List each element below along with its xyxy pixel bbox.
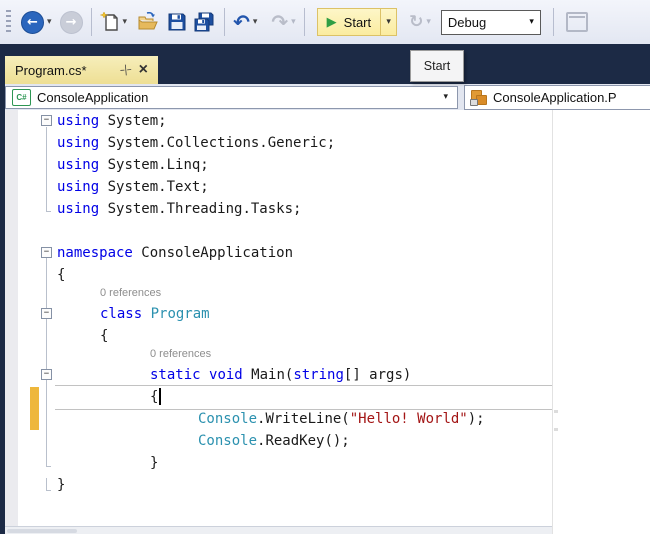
redo-dropdown[interactable]: ▾ <box>291 17 296 27</box>
fold-toggle-icon[interactable]: − <box>41 115 52 126</box>
editor-right-gutter <box>552 110 650 534</box>
save-all-button[interactable] <box>193 12 216 33</box>
start-tooltip: Start <box>410 50 464 82</box>
open-folder-icon <box>137 12 159 32</box>
close-icon[interactable]: × <box>139 62 148 78</box>
code-line[interactable]: −using System; <box>57 110 552 132</box>
csharp-project-icon: C# <box>12 89 31 106</box>
new-file-icon <box>100 11 120 33</box>
redo-button[interactable]: ↷ <box>271 12 288 32</box>
fold-guide-end <box>46 211 51 212</box>
code-line[interactable]: Console.ReadKey(); <box>57 430 552 452</box>
project-dropdown[interactable]: C# ConsoleApplication ▾ <box>5 86 458 109</box>
code-line[interactable]: { <box>57 386 552 408</box>
forward-arrow-icon: → <box>60 11 83 34</box>
back-dropdown[interactable]: ▾ <box>47 17 52 27</box>
code-line[interactable]: { <box>57 264 552 286</box>
toolbar-separator <box>304 8 305 36</box>
type-dropdown-value: ConsoleApplication.P <box>493 90 645 105</box>
save-icon <box>167 12 187 32</box>
fold-toggle-icon[interactable]: − <box>41 308 52 319</box>
toolbar-separator <box>553 8 554 36</box>
start-button-label: Start <box>344 15 371 30</box>
type-dropdown[interactable]: ConsoleApplication.P <box>464 85 650 110</box>
chevron-down-icon[interactable]: ▾ <box>440 92 451 102</box>
code-line[interactable]: using System.Collections.Generic; <box>57 132 552 154</box>
code-lines: −using System;using System.Collections.G… <box>57 110 552 496</box>
code-editor[interactable]: −using System;using System.Collections.G… <box>5 110 552 526</box>
navigate-back-button[interactable]: ← <box>21 11 44 34</box>
code-line[interactable]: Console.WriteLine("Hello! World"); <box>57 408 552 430</box>
indicator-margin[interactable] <box>5 110 18 526</box>
text-caret <box>159 388 161 405</box>
scrollbar-thumb[interactable] <box>7 529 77 533</box>
codelens-link[interactable]: 0 references <box>57 347 552 364</box>
scroll-mark <box>554 410 558 413</box>
tab-title: Program.cs* <box>15 63 121 78</box>
standard-toolbar: ← ▾ → ▾ <box>0 0 650 44</box>
window-icon <box>566 12 588 32</box>
navigation-bar: C# ConsoleApplication ▾ ConsoleApplicati… <box>5 84 650 110</box>
visual-studio-window: ← ▾ → ▾ <box>0 0 650 534</box>
code-line[interactable]: −static void Main(string[] args) <box>57 364 552 386</box>
code-line[interactable]: −namespace ConsoleApplication <box>57 242 552 264</box>
change-indicator <box>30 387 39 430</box>
chevron-down-icon: ▾ <box>529 17 534 27</box>
run-play-icon: ▶ <box>327 15 337 30</box>
tab-program-cs[interactable]: Program.cs* ⛌ × <box>5 56 158 84</box>
fold-toggle-icon[interactable]: − <box>41 247 52 258</box>
fold-guide-end <box>46 490 51 491</box>
undo-button[interactable]: ↶ <box>233 12 250 32</box>
code-line[interactable]: using System.Text; <box>57 176 552 198</box>
fold-guide <box>46 127 47 211</box>
undo-dropdown[interactable]: ▾ <box>253 17 258 27</box>
code-line[interactable]: { <box>57 325 552 347</box>
refresh-dropdown[interactable]: ▾ <box>426 17 431 27</box>
code-line[interactable]: using System.Threading.Tasks; <box>57 198 552 220</box>
class-icon <box>470 89 487 105</box>
configuration-label: Debug <box>448 15 486 30</box>
code-line[interactable] <box>57 220 552 242</box>
code-line[interactable]: } <box>57 474 552 496</box>
solution-configuration-dropdown[interactable]: Debug ▾ <box>441 10 541 35</box>
refresh-button[interactable]: ↻ <box>409 14 423 31</box>
navigate-forward-button[interactable]: → <box>60 11 83 34</box>
start-options-dropdown[interactable]: ▾ <box>381 8 397 36</box>
save-all-icon <box>193 12 216 33</box>
toolbar-grip-handle[interactable] <box>6 10 11 34</box>
new-item-button[interactable] <box>100 11 120 33</box>
fold-toggle-icon[interactable]: − <box>41 369 52 380</box>
toolbar-separator <box>91 8 92 36</box>
save-button[interactable] <box>167 12 187 32</box>
codelens-link[interactable]: 0 references <box>57 286 552 303</box>
scroll-mark <box>554 428 558 431</box>
open-file-button[interactable] <box>137 12 159 32</box>
toolbar-extra-button[interactable] <box>566 12 588 32</box>
new-item-dropdown[interactable]: ▾ <box>123 17 128 27</box>
fold-guide <box>46 258 47 466</box>
back-arrow-icon: ← <box>21 11 44 34</box>
project-dropdown-value: ConsoleApplication <box>37 90 440 105</box>
start-debugging-button[interactable]: ▶ Start <box>317 8 381 36</box>
code-line[interactable]: using System.Linq; <box>57 154 552 176</box>
code-line[interactable]: } <box>57 452 552 474</box>
fold-guide-end <box>46 466 51 467</box>
tooltip-text: Start <box>424 59 450 73</box>
code-line[interactable]: −class Program <box>57 303 552 325</box>
toolbar-separator <box>224 8 225 36</box>
horizontal-scrollbar[interactable] <box>5 526 552 534</box>
fold-guide <box>46 478 47 490</box>
